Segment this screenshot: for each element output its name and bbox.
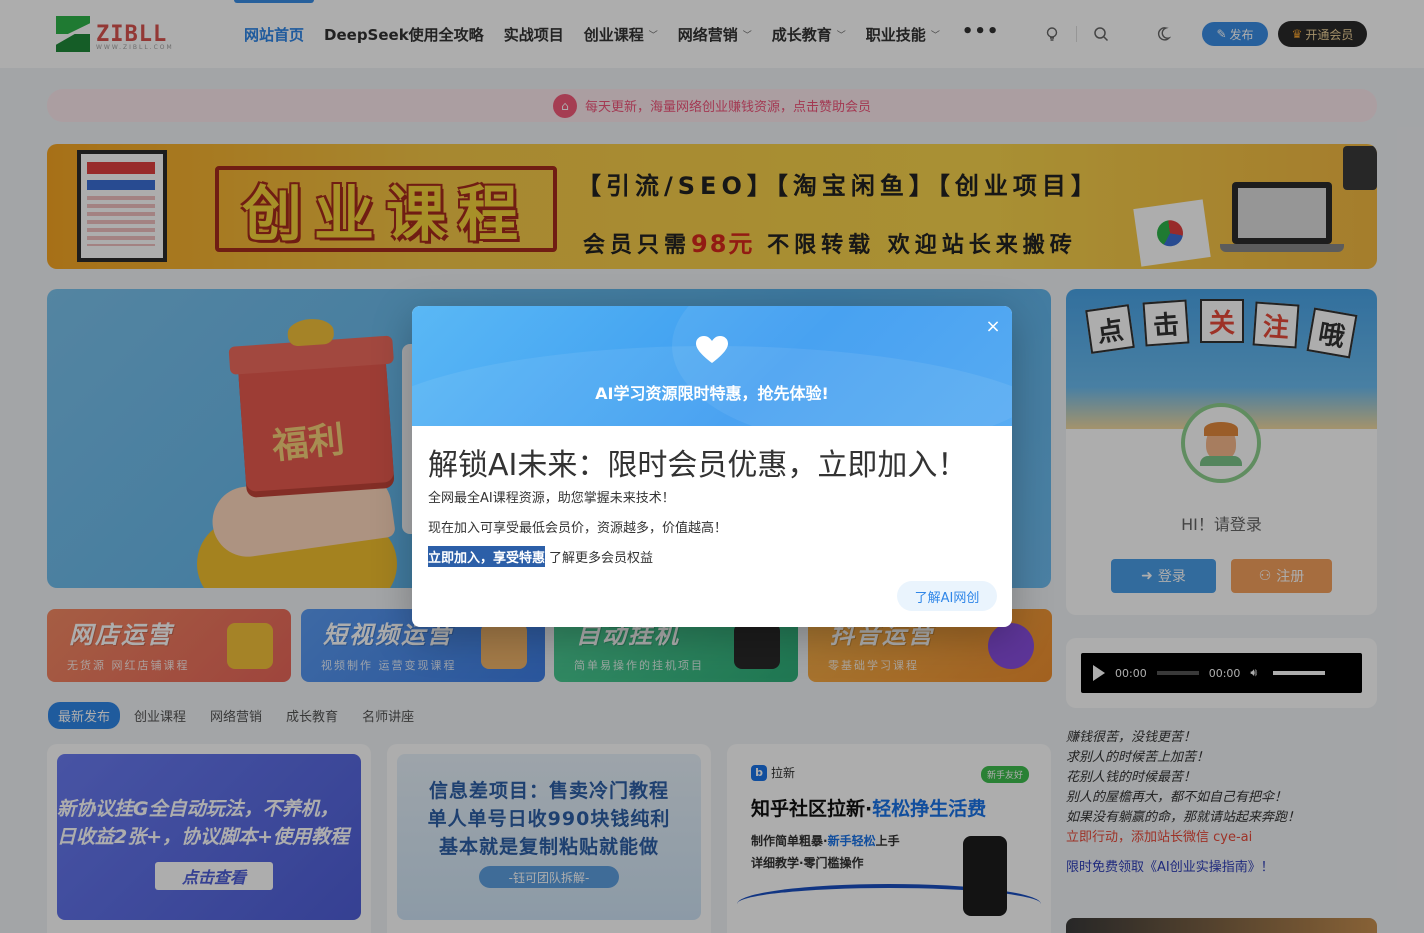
modal-title: AI学习资源限时特惠，抢先体验! [595,384,829,403]
close-icon[interactable]: × [984,318,1002,336]
selected-text[interactable]: 立即加入，享受特惠 [428,546,546,567]
modal-text: 现在加入可享受最低会员价，资源越多，价值越高！ [428,521,728,536]
learn-ai-button[interactable]: 了解AI网创 [897,581,997,611]
promo-modal: AI学习资源限时特惠，抢先体验! × 解锁AI未来：限时会员优惠，立即加入！ 全… [412,306,1012,627]
modal-heading: 解锁AI未来：限时会员优惠，立即加入！ [428,448,968,483]
modal-text: 全网最全AI课程资源，助您掌握未来技术！ [428,491,675,506]
modal-header: AI学习资源限时特惠，抢先体验! × [412,306,1012,426]
modal-text: 立即加入，享受特惠 了解更多会员权益 [428,546,653,567]
heart-icon [696,336,728,363]
